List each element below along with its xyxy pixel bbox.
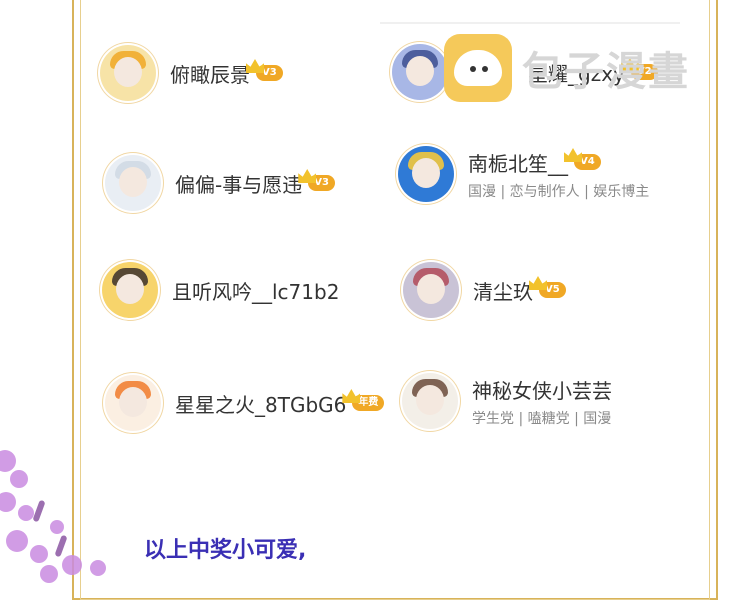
winners-caption: 以上中奖小可爱, bbox=[144, 538, 307, 563]
username[interactable]: 星星之火_8TGbG6 bbox=[175, 389, 346, 418]
user-card-7[interactable]: 星星之火_8TGbG6 年费 bbox=[105, 375, 385, 431]
user-card-4[interactable]: 南栀北笙__ V4 国漫 | 恋与制作人 | 娱乐博主 bbox=[398, 146, 649, 202]
avatar[interactable] bbox=[102, 262, 158, 318]
user-tags: 国漫 | 恋与制作人 | 娱乐博主 bbox=[468, 183, 650, 200]
user-tags: 学生党 | 嗑糖党 | 国漫 bbox=[472, 410, 612, 427]
user-card-5[interactable]: 且听风吟__lc71b2 bbox=[102, 262, 339, 318]
bun-logo-icon bbox=[444, 34, 512, 102]
avatar[interactable] bbox=[100, 45, 156, 101]
avatar[interactable] bbox=[403, 262, 459, 318]
divider bbox=[380, 22, 680, 24]
username[interactable]: 偏偏-事与愿违 bbox=[175, 169, 302, 198]
avatar[interactable] bbox=[402, 373, 458, 429]
user-card-1[interactable]: 俯瞰辰景 V3 bbox=[100, 45, 283, 101]
vip-badge: V5 bbox=[539, 282, 566, 298]
watermark-text: 包子漫畫 bbox=[522, 49, 690, 95]
avatar[interactable] bbox=[392, 44, 448, 100]
avatar[interactable] bbox=[105, 155, 161, 211]
username[interactable]: 且听风吟__lc71b2 bbox=[172, 276, 339, 305]
avatar[interactable] bbox=[398, 146, 454, 202]
username[interactable]: 南栀北笙__ bbox=[468, 148, 568, 177]
vip-badge: V3 bbox=[256, 65, 283, 81]
watermark: 包子漫畫 bbox=[444, 34, 690, 102]
vip-badge: V4 bbox=[574, 154, 601, 170]
user-card-6[interactable]: 清尘玖 V5 bbox=[403, 262, 566, 318]
username[interactable]: 俯瞰辰景 bbox=[170, 59, 250, 88]
user-card-3[interactable]: 偏偏-事与愿违 V3 bbox=[105, 155, 335, 211]
vip-badge: V3 bbox=[308, 175, 335, 191]
username[interactable]: 清尘玖 bbox=[473, 276, 533, 305]
avatar[interactable] bbox=[105, 375, 161, 431]
user-card-8[interactable]: 神秘女侠小芸芸 学生党 | 嗑糖党 | 国漫 bbox=[402, 373, 612, 429]
annual-badge: 年费 bbox=[352, 395, 385, 411]
username[interactable]: 神秘女侠小芸芸 bbox=[472, 375, 612, 404]
